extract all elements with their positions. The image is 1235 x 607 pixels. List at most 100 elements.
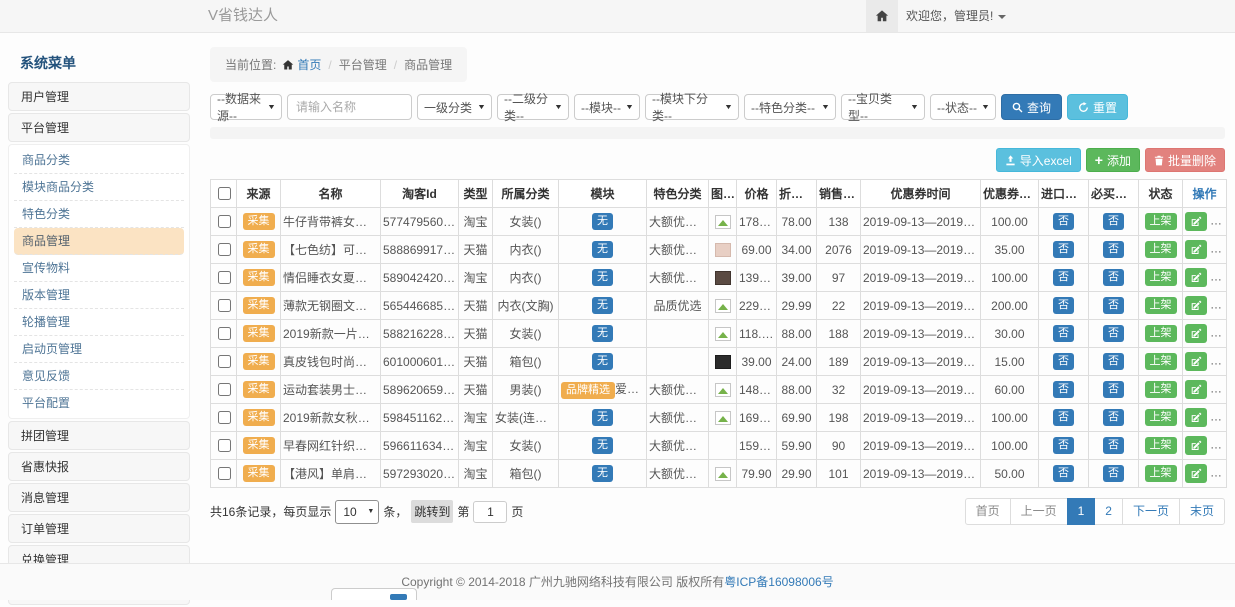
pager-button-1[interactable]: 1 — [1067, 498, 1096, 525]
sidebar-subitem[interactable]: 商品管理 — [14, 228, 184, 255]
edit-button[interactable] — [1185, 240, 1207, 259]
edit-button[interactable] — [1185, 408, 1207, 427]
must-buy-badge[interactable]: 否 — [1103, 325, 1124, 342]
must-buy-badge[interactable]: 否 — [1103, 437, 1124, 454]
must-buy-badge[interactable]: 否 — [1103, 353, 1124, 370]
icp-link[interactable]: 粤ICP备16098006号 — [724, 575, 833, 589]
edit-button[interactable] — [1185, 268, 1207, 287]
import-optimal-badge[interactable]: 否 — [1053, 269, 1074, 286]
pager-button-末页[interactable]: 末页 — [1179, 498, 1225, 525]
import-optimal-badge[interactable]: 否 — [1053, 297, 1074, 314]
filter-select-module-subcategory[interactable]: --模块下分类--▼ — [645, 94, 739, 120]
import-optimal-badge[interactable]: 否 — [1053, 213, 1074, 230]
pager-button-首页[interactable]: 首页 — [965, 498, 1011, 525]
sidebar-item[interactable]: 订单管理 — [8, 514, 190, 543]
sidebar-subitem[interactable]: 启动页管理 — [14, 336, 184, 363]
edit-button[interactable] — [1185, 296, 1207, 315]
sidebar-subitem[interactable]: 轮播管理 — [14, 309, 184, 336]
filter-select-module[interactable]: --模块--▼ — [574, 94, 640, 120]
sidebar-subitem[interactable]: 商品分类 — [14, 147, 184, 174]
import-optimal-badge[interactable]: 否 — [1053, 241, 1074, 258]
import-optimal-badge[interactable]: 否 — [1053, 409, 1074, 426]
row-checkbox[interactable] — [218, 215, 231, 228]
filter-select-level1-category[interactable]: 一级分类▼ — [417, 94, 492, 120]
sidebar-subitem[interactable]: 平台配置 — [14, 390, 184, 416]
search-button[interactable]: 查询 — [1001, 94, 1062, 120]
edit-button[interactable] — [1185, 380, 1207, 399]
must-buy-badge[interactable]: 否 — [1103, 241, 1124, 258]
import-optimal-badge[interactable]: 否 — [1053, 353, 1074, 370]
row-checkbox[interactable] — [218, 411, 231, 424]
edit-button[interactable] — [1185, 436, 1207, 455]
icon-cell — [709, 320, 737, 348]
sidebar-subitem[interactable]: 模块商品分类 — [14, 174, 184, 201]
import-optimal-badge[interactable]: 否 — [1053, 437, 1074, 454]
filter-select-feature-category[interactable]: --特色分类--▼ — [744, 94, 836, 120]
row-checkbox[interactable] — [218, 271, 231, 284]
filter-select-status[interactable]: --状态--▼ — [930, 94, 996, 120]
status-badge[interactable]: 上架 — [1145, 325, 1177, 342]
sidebar-subitem[interactable]: 版本管理 — [14, 282, 184, 309]
must-buy-badge[interactable]: 否 — [1103, 269, 1124, 286]
import-optimal-badge[interactable]: 否 — [1053, 465, 1074, 482]
status-badge[interactable]: 上架 — [1145, 465, 1177, 482]
must-buy-badge[interactable]: 否 — [1103, 213, 1124, 230]
status-badge[interactable]: 上架 — [1145, 213, 1177, 230]
pager-button-2[interactable]: 2 — [1094, 498, 1123, 525]
status-badge[interactable]: 上架 — [1145, 409, 1177, 426]
filter-select-level2-category[interactable]: --二级分类--▼ — [497, 94, 569, 120]
edit-button[interactable] — [1185, 212, 1207, 231]
sidebar-item[interactable]: 省惠快报 — [8, 452, 190, 481]
product-thumbnail — [715, 271, 731, 285]
page-number-input[interactable] — [473, 501, 507, 523]
icon-cell — [709, 376, 737, 404]
table-row: 采集【港风】单肩斜跨链条...597293020870淘宝箱包()无大额优惠券7… — [211, 460, 1227, 488]
sidebar-item[interactable]: 平台管理 — [8, 113, 190, 142]
pager-button-上一页[interactable]: 上一页 — [1010, 498, 1068, 525]
sidebar-subitem[interactable]: 意见反馈 — [14, 363, 184, 390]
status-badge[interactable]: 上架 — [1145, 269, 1177, 286]
import-optimal-badge[interactable]: 否 — [1053, 325, 1074, 342]
status-badge[interactable]: 上架 — [1145, 297, 1177, 314]
must-buy-badge[interactable]: 否 — [1103, 297, 1124, 314]
breadcrumb-home-link[interactable]: 首页 — [297, 58, 321, 72]
add-button[interactable]: + 添加 — [1086, 148, 1140, 172]
status-badge[interactable]: 上架 — [1145, 437, 1177, 454]
row-checkbox[interactable] — [218, 243, 231, 256]
row-checkbox[interactable] — [218, 383, 231, 396]
edit-button[interactable] — [1185, 464, 1207, 483]
home-button[interactable] — [866, 0, 898, 32]
name-search-input[interactable] — [287, 94, 412, 120]
edit-button[interactable] — [1185, 352, 1207, 371]
row-checkbox[interactable] — [218, 327, 231, 340]
sidebar-subitem[interactable]: 特色分类 — [14, 201, 184, 228]
reset-button[interactable]: 重置 — [1067, 94, 1128, 120]
user-menu[interactable]: 欢迎您，管理员! — [906, 0, 1006, 32]
filter-select-item-type[interactable]: --宝贝类型--▼ — [841, 94, 925, 120]
row-checkbox[interactable] — [218, 299, 231, 312]
row-checkbox[interactable] — [218, 355, 231, 368]
select-all-checkbox[interactable] — [218, 187, 231, 200]
row-checkbox[interactable] — [218, 467, 231, 480]
import-optimal-badge[interactable]: 否 — [1053, 381, 1074, 398]
sidebar-subitem[interactable]: 宣传物料 — [14, 255, 184, 282]
filter-select-data-source[interactable]: --数据来源--▼ — [210, 94, 282, 120]
batch-delete-button[interactable]: 批量删除 — [1145, 148, 1225, 172]
sidebar-item[interactable]: 用户管理 — [8, 82, 190, 111]
must-buy-badge[interactable]: 否 — [1103, 409, 1124, 426]
page-size-select[interactable]: 10 ▼ — [335, 500, 379, 524]
status-badge[interactable]: 上架 — [1145, 381, 1177, 398]
must-buy-badge[interactable]: 否 — [1103, 465, 1124, 482]
import-excel-button[interactable]: 导入excel — [996, 148, 1081, 172]
must-buy-badge[interactable]: 否 — [1103, 381, 1124, 398]
app-title: V省钱达人 — [208, 0, 278, 32]
status-badge[interactable]: 上架 — [1145, 241, 1177, 258]
row-select-cell — [211, 432, 237, 460]
status-badge[interactable]: 上架 — [1145, 353, 1177, 370]
sidebar-item[interactable]: 拼团管理 — [8, 421, 190, 450]
row-checkbox[interactable] — [218, 439, 231, 452]
edit-button[interactable] — [1185, 324, 1207, 343]
taoke-id-cell: 598451162391 — [381, 404, 459, 432]
pager-button-下一页[interactable]: 下一页 — [1122, 498, 1180, 525]
sidebar-item[interactable]: 消息管理 — [8, 483, 190, 512]
